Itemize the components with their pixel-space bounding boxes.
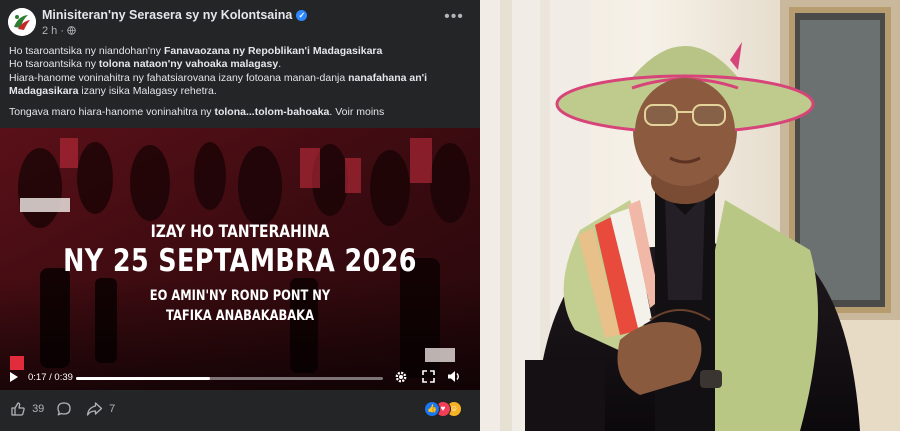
post-text-line: Hiara-hanome voninahitra ny fahatsiarova… [9, 72, 471, 85]
post-text-run: Hiara-hanome voninahitra ny fahatsiarova… [9, 71, 349, 84]
thumbs-up-icon [11, 402, 25, 416]
video-progress-fill [76, 377, 210, 380]
video-overlay-line-1: IZAY HO TANTERAHINA [150, 222, 330, 242]
post-actions: 39 7 👍 ♥ ☺ [0, 391, 480, 431]
settings-gear-icon[interactable] [393, 370, 409, 386]
post-text-line: Tongava maro hiara-hanome voninahitra ny… [9, 106, 471, 119]
like-button[interactable]: 39 [10, 400, 44, 418]
share-button[interactable]: 7 [86, 400, 115, 418]
post-time[interactable]: 2 h · [42, 25, 67, 37]
post-text-run: Ho tsaroantsika ny [9, 58, 99, 71]
video-time: 0:17 / 0:39 [28, 372, 73, 383]
see-less-link[interactable]: Voir moins [335, 106, 384, 118]
video-overlay-line-3: EO AMIN'NY ROND PONT NY [149, 288, 331, 304]
video-player[interactable]: IZAY HO TANTERAHINA NY 25 SEPTAMBRA 2026… [0, 128, 480, 390]
page-name[interactable]: Minisiteran'ny Serasera sy ny Kolontsain… [42, 8, 308, 22]
post-text-line: Ho tsaroantsika ny niandohan'ny Fanavaoz… [9, 45, 471, 58]
post-text-bold: nanafahana an'i [348, 71, 428, 84]
ministry-logo-icon [8, 8, 36, 36]
post-text-bold: tolona...tolom-bahoaka [214, 105, 330, 118]
video-overlay-line-4: TAFIKA ANABAKABAKA [166, 308, 314, 324]
post-text-run: izany isika Malagasy rehetra. [78, 85, 217, 98]
verified-badge-icon: ✓ [296, 10, 308, 21]
post-text-line: Madagasikara izany isika Malagasy rehetr… [9, 85, 471, 98]
comment-icon [57, 402, 71, 416]
volume-icon[interactable] [446, 370, 462, 386]
post-text-run: Ho tsaroantsika ny niandohan'ny [9, 45, 164, 57]
like-count: 39 [32, 403, 45, 415]
post-text-bold: tolona nataon'ny vahoaka malagasy [98, 58, 279, 71]
post-text-bold: Madagasikara [9, 85, 79, 98]
video-overlay-line-2: NY 25 SEPTAMBRA 2026 [63, 243, 417, 279]
post-text: Ho tsaroantsika ny niandohan'ny Fanavaoz… [9, 45, 471, 119]
share-count: 7 [109, 403, 116, 415]
post-header: Minisiteran'ny Serasera sy ny Kolontsain… [0, 0, 480, 44]
portrait-photo [480, 0, 900, 431]
play-icon[interactable] [10, 372, 18, 382]
video-progress-bar[interactable] [76, 377, 383, 380]
comment-button[interactable] [56, 400, 72, 418]
globe-icon [67, 26, 76, 35]
more-options-icon[interactable]: ••• [443, 9, 465, 28]
facebook-post: Minisiteran'ny Serasera sy ny Kolontsain… [0, 0, 480, 431]
like-icon: 👍 [424, 401, 440, 417]
page-avatar[interactable] [8, 8, 36, 36]
share-icon [86, 402, 103, 416]
portrait-image [480, 0, 900, 431]
post-meta: 2 h · [42, 25, 76, 37]
post-text-run: . [278, 58, 282, 71]
video-controls: 0:17 / 0:39 [0, 365, 480, 391]
post-text-run: Tongava maro hiara-hanome voninahitra ny [9, 105, 215, 118]
post-text-line: Ho tsaroantsika ny tolona nataon'ny vaho… [9, 58, 471, 71]
fullscreen-icon[interactable] [420, 370, 436, 386]
post-text-bold: Fanavaozana ny Repoblikan'i Madagasikara [163, 45, 383, 57]
